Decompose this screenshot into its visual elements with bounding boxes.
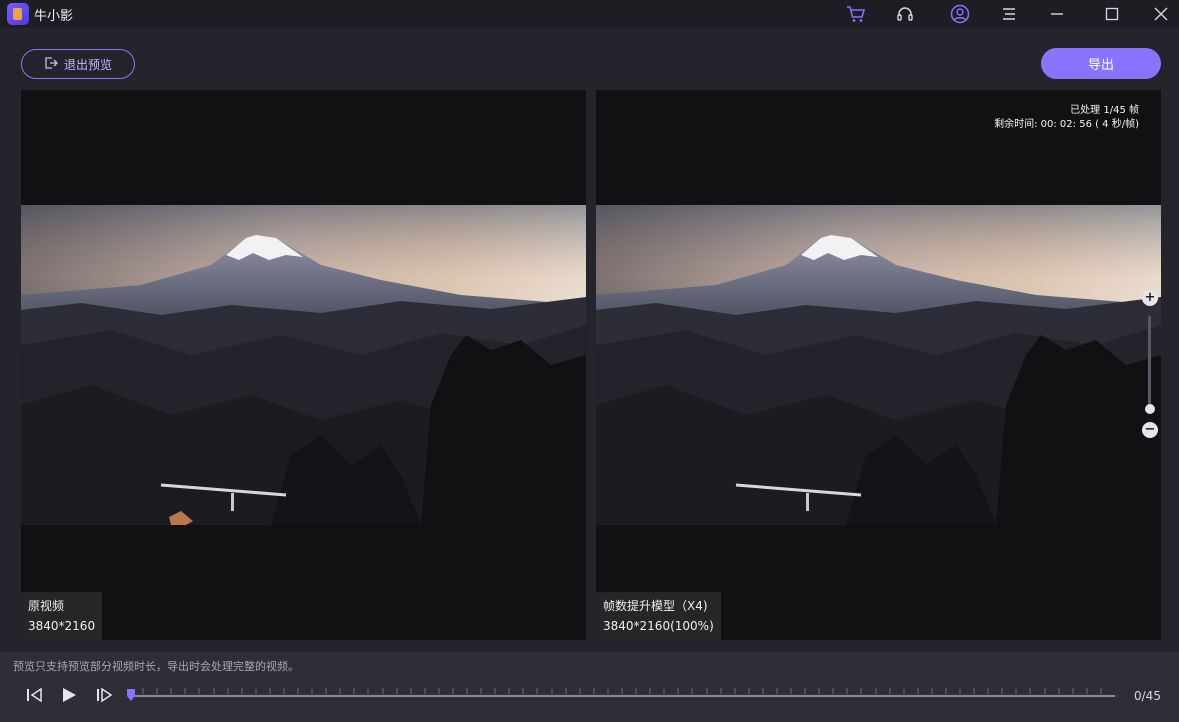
processed-video-frame	[596, 205, 1161, 525]
maximize-icon[interactable]	[1102, 4, 1122, 24]
original-video-pane: 原视频 3840*2160	[21, 90, 586, 640]
remaining-time-text: 剩余时间: 00: 02: 56 ( 4 秒/帧)	[994, 119, 1139, 130]
zoom-in-button[interactable]: +	[1142, 290, 1158, 306]
timeline-slider[interactable]	[127, 686, 1115, 706]
timeline-playhead[interactable]	[127, 686, 135, 701]
exit-icon	[44, 56, 58, 73]
preview-note: 预览只支持预览部分视频时长，导出时会处理完整的视频。	[13, 660, 299, 673]
frame-counter: 0/45	[1134, 689, 1161, 703]
export-button[interactable]: 导出	[1041, 48, 1161, 79]
play-button[interactable]	[59, 687, 79, 707]
title-bar: 牛小影	[0, 0, 1179, 28]
headset-icon[interactable]	[895, 4, 915, 24]
app-title: 牛小影	[34, 9, 74, 24]
user-icon[interactable]	[950, 4, 970, 24]
exit-preview-button[interactable]: 退出预览	[21, 49, 135, 79]
processed-frames-text: 已处理 1/45 帧	[1070, 105, 1139, 116]
cart-icon[interactable]	[846, 4, 866, 24]
previous-frame-icon	[25, 687, 43, 707]
zoom-slider-track[interactable]	[1148, 316, 1151, 408]
processing-status: 已处理 1/45 帧 剩余时间: 00: 02: 56 ( 4 秒/帧)	[994, 104, 1139, 132]
close-icon[interactable]	[1151, 4, 1171, 24]
zoom-out-button[interactable]: −	[1142, 422, 1158, 438]
caption-title: 帧数提升模型（X4)	[603, 599, 708, 613]
next-frame-icon	[95, 687, 113, 707]
processed-video-pane: 已处理 1/45 帧 剩余时间: 00: 02: 56 ( 4 秒/帧) 帧数提…	[596, 90, 1161, 640]
processed-video-caption: 帧数提升模型（X4) 3840*2160(100%)	[596, 592, 721, 640]
original-video-caption: 原视频 3840*2160	[21, 592, 103, 640]
app-logo-icon	[7, 3, 29, 25]
caption-resolution: 3840*2160(100%)	[603, 619, 714, 633]
original-video-frame	[21, 205, 586, 525]
play-icon	[60, 686, 78, 708]
zoom-control: + −	[1142, 290, 1158, 440]
timeline-track	[129, 695, 1115, 697]
zoom-slider-handle[interactable]	[1145, 404, 1155, 414]
playback-bar: 预览只支持预览部分视频时长，导出时会处理完整的视频。 0/45	[0, 652, 1179, 722]
exit-preview-label: 退出预览	[63, 57, 112, 72]
caption-title: 原视频	[28, 599, 65, 613]
caption-resolution: 3840*2160	[28, 619, 96, 633]
minimize-icon[interactable]	[1047, 4, 1067, 24]
menu-icon[interactable]	[999, 4, 1019, 24]
previous-frame-button[interactable]	[24, 687, 44, 707]
next-frame-button[interactable]	[94, 687, 114, 707]
